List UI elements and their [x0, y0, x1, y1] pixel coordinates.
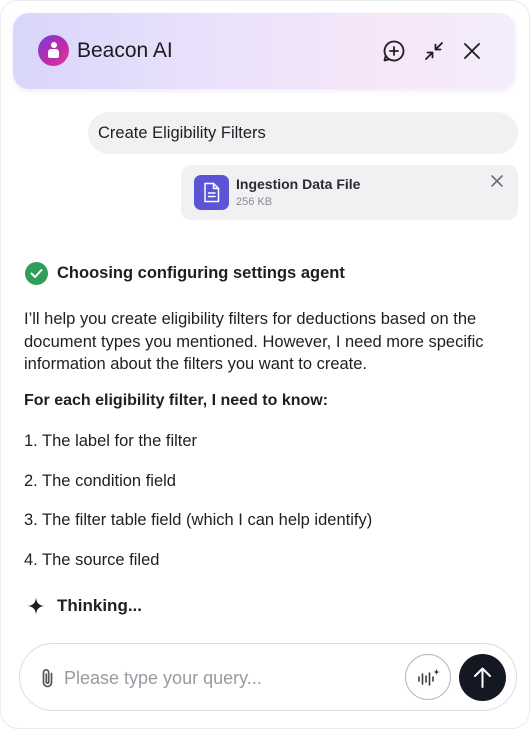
close-icon	[464, 43, 480, 59]
list-item: 3. The filter table field (which I can h…	[24, 511, 373, 529]
voice-ai-button[interactable]	[405, 654, 451, 700]
thinking-text: Thinking...	[57, 596, 142, 615]
attachment-size: 256 KB	[236, 196, 273, 208]
agent-status-text: Choosing configuring settings agent	[57, 264, 345, 282]
query-input[interactable]	[64, 664, 394, 692]
sparkle-icon	[27, 597, 45, 615]
list-item: 2. The condition field	[24, 472, 176, 490]
voice-wave-icon	[418, 668, 440, 686]
chat-header: Beacon AI	[13, 13, 515, 89]
attachment-name: Ingestion Data File	[236, 176, 361, 192]
arrow-up-icon	[474, 667, 491, 688]
new-chat-icon	[383, 40, 405, 62]
chat-panel: Beacon AI Create Eligibility Filters Ing…	[0, 0, 530, 729]
assistant-response: I’ll help you create eligibility filters…	[24, 310, 484, 373]
beacon-logo-icon	[38, 35, 69, 66]
paperclip-icon[interactable]	[38, 667, 58, 689]
collapse-button[interactable]	[420, 37, 448, 65]
collapse-icon	[425, 42, 443, 60]
composer	[19, 643, 517, 711]
new-chat-button[interactable]	[380, 37, 408, 65]
close-button[interactable]	[458, 37, 486, 65]
user-message: Create Eligibility Filters	[88, 112, 518, 154]
requirements-heading: For each eligibility filter, I need to k…	[24, 392, 329, 409]
document-icon	[194, 175, 229, 210]
attachment-chip[interactable]: Ingestion Data File 256 KB	[181, 165, 518, 220]
send-button[interactable]	[459, 654, 506, 701]
app-title: Beacon AI	[77, 39, 173, 62]
remove-attachment-icon[interactable]	[490, 174, 504, 188]
check-circle-icon	[25, 262, 48, 285]
list-item: 1. The label for the filter	[24, 432, 198, 450]
list-item: 4. The source filed	[24, 551, 160, 569]
